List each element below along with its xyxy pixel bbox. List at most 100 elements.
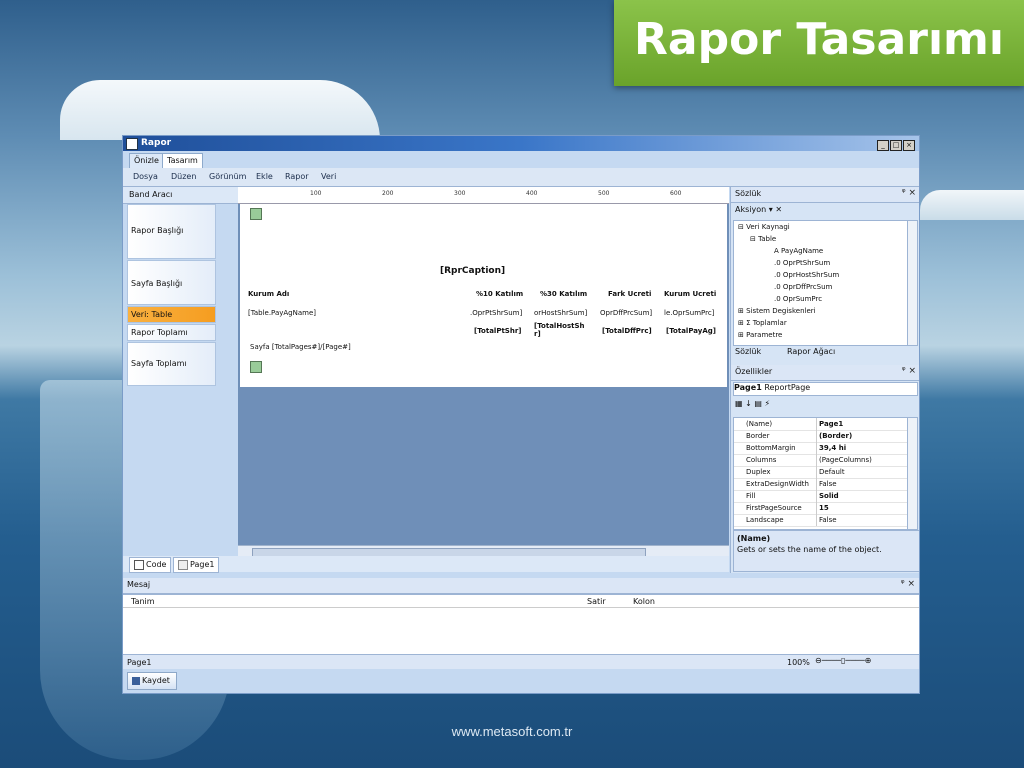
image-placeholder-icon[interactable] [250, 361, 262, 373]
data-pay-ag-name[interactable]: [Table.PayAgName] [248, 309, 316, 317]
band-label: Sayfa Toplamı [131, 359, 187, 368]
data-sum-prc[interactable]: le.OprSumPrc] [664, 309, 714, 317]
pin-close-icon[interactable]: ᵠ × [902, 366, 916, 376]
tab-dictionary[interactable]: Sözlük [735, 347, 761, 356]
zoom-slider[interactable]: ⊖────▯────⊕ [815, 656, 905, 666]
property-value[interactable]: Default [816, 466, 911, 478]
events-icon[interactable]: ⚡ [764, 399, 770, 408]
property-value[interactable]: 39,4 hi [816, 442, 911, 454]
property-value[interactable]: Solid [816, 490, 911, 502]
actions-dropdown[interactable]: Aksiyon ▾ ✕ [735, 205, 782, 214]
image-placeholder-icon[interactable] [250, 208, 262, 220]
property-value[interactable]: Page1 [816, 418, 911, 430]
categorized-icon[interactable]: ▦ [735, 399, 743, 408]
data-pt-shr-sum[interactable]: .OprPtShrSum] [470, 309, 522, 317]
horizontal-ruler: 100 200 300 400 500 600 [238, 187, 729, 204]
property-key: Landscape [746, 516, 784, 524]
menu-edit[interactable]: Düzen [171, 172, 196, 181]
menu-file[interactable]: Dosya [133, 172, 158, 181]
properties-title: Özellikler [735, 367, 773, 376]
menu-view[interactable]: Görünüm [209, 172, 246, 181]
band-report-title[interactable]: Rapor Başlığı [127, 204, 216, 259]
data-host-shr-sum[interactable]: orHostShrSum] [534, 309, 587, 317]
property-key: Border [746, 432, 770, 440]
total-host-shr[interactable]: [TotalHostSh r] [534, 322, 592, 338]
header-institution[interactable]: Kurum Adı [248, 290, 289, 298]
save-button[interactable]: Kaydet [127, 672, 177, 690]
messages-title: Mesaj [127, 580, 151, 589]
actions-label: Aksiyon [735, 205, 767, 214]
tab-code-label: Code [146, 560, 167, 569]
band-data-table[interactable]: Veri: Table [127, 306, 216, 323]
messages-list[interactable]: Tanim Satir Kolon [123, 594, 919, 654]
tab-design[interactable]: Tasarım [162, 153, 203, 168]
view-tabs: Önizle Tasarım [123, 152, 919, 168]
header-institution-fee[interactable]: Kurum Ücreti [664, 290, 716, 298]
tree-label: Toplamlar [752, 319, 787, 327]
object-selector[interactable]: Page1 ReportPage [733, 382, 918, 396]
total-dff-prc[interactable]: [TotalDffPrc] [602, 327, 652, 335]
column-column[interactable]: Kolon [633, 597, 655, 606]
caption-field[interactable]: [RprCaption] [440, 266, 505, 276]
header-10-participation[interactable]: %10 Katılım [476, 290, 523, 298]
ruler-label: 400 [526, 190, 538, 197]
property-value[interactable]: 15 [816, 502, 911, 514]
property-value[interactable]: False [816, 478, 911, 490]
column-definition[interactable]: Tanim [131, 597, 155, 606]
status-bar: Page1 100% ⊖────▯────⊕ [123, 654, 919, 670]
total-pay-ag[interactable]: [TotalPayAg] [666, 327, 716, 335]
page-number-field[interactable]: Sayfa [TotalPages#]/[Page#] [250, 343, 351, 351]
tree-node-table[interactable]: ⊟ Table [750, 235, 776, 243]
menu-report[interactable]: Rapor [285, 172, 309, 181]
band-page-header[interactable]: Sayfa Başlığı [127, 260, 216, 305]
data-dff-prc-sum[interactable]: OprDffPrcSum] [600, 309, 652, 317]
properties-icon[interactable]: ▤ [754, 399, 762, 408]
design-area[interactable]: 100 200 300 400 500 600 [RprCaption] Kur… [238, 187, 729, 562]
menu-data[interactable]: Veri [321, 172, 336, 181]
maximize-icon[interactable]: □ [890, 140, 902, 151]
header-difference-fee[interactable]: Fark Ücreti [608, 290, 651, 298]
messages-header: Mesaj ᵠ × [123, 578, 919, 594]
band-page-footer[interactable]: Sayfa Toplamı [127, 342, 216, 386]
tree-node-oprdffprcsum[interactable]: .0 OprDffPrcSum [774, 283, 832, 291]
tree-scrollbar[interactable] [907, 220, 918, 346]
total-pt-shr[interactable]: [TotalPtShr] [474, 327, 521, 335]
property-value[interactable]: (PageColumns) [816, 454, 911, 466]
property-toolbar[interactable]: ▦ ↓ ▤ ⚡ [735, 399, 770, 408]
property-key: Fill [746, 492, 756, 500]
tab-preview[interactable]: Önizle [129, 153, 164, 168]
column-row[interactable]: Satir [587, 597, 606, 606]
menu-insert[interactable]: Ekle [256, 172, 273, 181]
tree-node-parameters[interactable]: ⊞ Parametre [738, 331, 782, 339]
tree-node-system-variables[interactable]: ⊞ Sistem Degiskenleri [738, 307, 816, 315]
pin-close-icon[interactable]: ᵠ × [901, 579, 915, 589]
tab-report-tree[interactable]: Rapor Ağacı [787, 347, 835, 356]
band-report-summary[interactable]: Rapor Toplamı [127, 324, 216, 341]
property-description: (Name) Gets or sets the name of the obje… [733, 530, 919, 572]
header-30-participation[interactable]: %30 Katılım [540, 290, 587, 298]
tree-node-oprhostshrsum[interactable]: .0 OprHostShrSum [774, 271, 839, 279]
tree-node-oprsumprc[interactable]: .0 OprSumPrc [774, 295, 822, 303]
property-scrollbar[interactable] [907, 417, 918, 530]
tree-node-data-source[interactable]: ⊟ Veri Kaynagi [738, 223, 790, 231]
tree-label: OprSumPrc [782, 295, 823, 303]
sort-az-icon[interactable]: ↓ [745, 399, 752, 408]
tab-label: Rapor Ağacı [787, 347, 836, 356]
tree-node-oprptshrsum[interactable]: .0 OprPtShrSum [774, 259, 830, 267]
property-value[interactable]: False [816, 514, 911, 526]
tree-node-totals[interactable]: ⊞ Σ Toplamlar [738, 319, 787, 327]
tab-code[interactable]: Code [129, 557, 172, 573]
close-icon[interactable]: × [903, 140, 915, 151]
report-page[interactable]: [RprCaption] Kurum Adı %10 Katılım %30 K… [240, 204, 727, 387]
minimize-icon[interactable]: _ [877, 140, 889, 151]
tree-node-payagname[interactable]: A PayAgName [774, 247, 823, 255]
property-value[interactable]: (Border) [816, 430, 911, 442]
window-titlebar[interactable]: Rapor _ □ × [123, 136, 919, 151]
band-panel-title: Band Aracı [129, 190, 173, 199]
property-row[interactable]: Landscape False [734, 514, 908, 527]
pin-close-icon[interactable]: ᵠ × [902, 188, 916, 198]
tab-page1[interactable]: Page1 [173, 557, 220, 573]
bottom-toolbar: Kaydet [123, 669, 919, 693]
ruler-label: 500 [598, 190, 610, 197]
delete-icon[interactable]: ✕ [775, 205, 782, 214]
